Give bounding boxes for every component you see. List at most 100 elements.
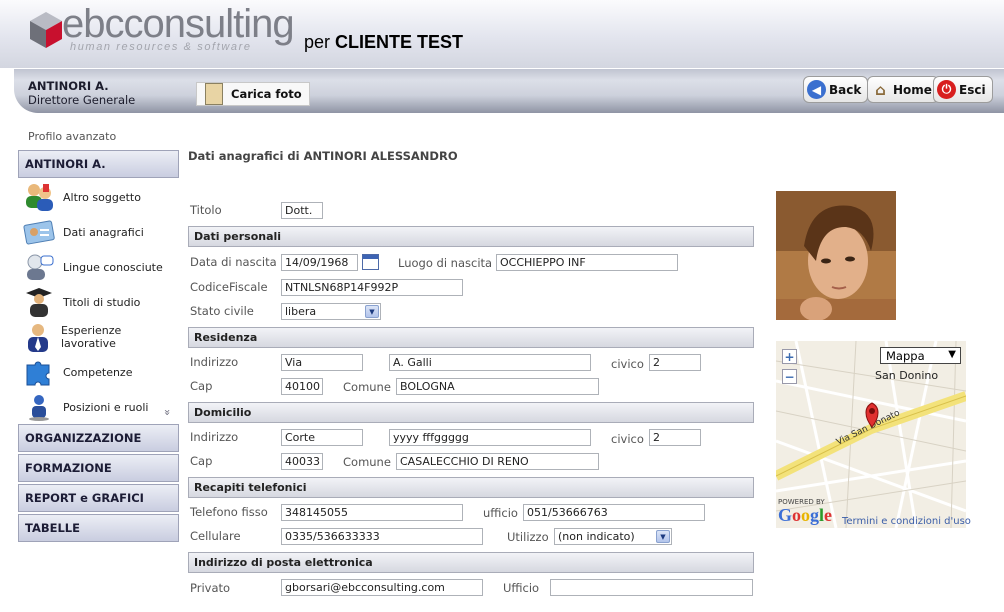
logo-cube-icon (30, 12, 62, 48)
back-button[interactable]: ◀ Back (803, 76, 869, 103)
section-recapiti: Recapiti telefonici (188, 477, 754, 498)
fiscal-code-field[interactable]: NTNLSN68P14F992P (281, 279, 463, 296)
graduate-icon (22, 287, 56, 317)
worker-icon (22, 322, 54, 352)
sidebar-item-label: Lingue conosciute (63, 260, 163, 274)
dom-comune-label: Comune (343, 455, 391, 469)
dom-street-field[interactable]: yyyy fffggggg (389, 429, 591, 446)
sidebar-caption: Profilo avanzato (28, 130, 117, 143)
res-street-field[interactable]: A. Galli (389, 354, 591, 371)
profile-photo (776, 191, 896, 320)
sidebar-item-label: Competenze (63, 365, 133, 379)
sidebar-group-tabelle[interactable]: TABELLE (18, 514, 179, 542)
mobile-label: Cellulare (190, 529, 241, 543)
dom-street-type-field[interactable]: Corte (281, 429, 363, 446)
birthdate-field[interactable]: 14/09/1968 (281, 254, 358, 271)
client-name: CLIENTE TEST (335, 32, 464, 52)
res-comune-field[interactable]: BOLOGNA (396, 378, 599, 395)
sidebar-item-label: Esperienze lavorative (61, 324, 122, 350)
page-title: Dati anagrafici di ANTINORI ALESSANDRO (188, 149, 458, 163)
sidebar-item-dati-anagrafici[interactable]: Dati anagrafici (22, 216, 172, 248)
section-email: Indirizzo di posta elettronica (188, 552, 754, 573)
map-type-select[interactable]: Mappa ▼ (880, 347, 961, 364)
office-email-field[interactable] (550, 579, 753, 596)
back-label: Back (829, 82, 862, 97)
sidebar-item-competenze[interactable]: Competenze (22, 356, 172, 388)
home-button[interactable]: ⌂ Home (867, 76, 939, 103)
sidebar-item-label: Posizioni e ruoli (63, 400, 149, 414)
sidebar-group-organizzazione[interactable]: ORGANIZZAZIONE (18, 424, 179, 452)
google-logo: Google (778, 505, 833, 525)
fiscal-code-label: CodiceFiscale (190, 280, 268, 294)
client-prefix: per (304, 32, 331, 52)
landline-field[interactable]: 348145055 (281, 504, 463, 521)
chevron-down-icon: ▼ (656, 530, 670, 543)
titolo-label: Titolo (190, 203, 222, 217)
office-phone-field[interactable]: 051/53666763 (523, 504, 705, 521)
sidebar-group-formazione[interactable]: FORMAZIONE (18, 454, 179, 482)
section-domicilio: Domicilio (188, 402, 754, 423)
map-place-label: San Donino (875, 369, 939, 382)
speech-icon (22, 252, 56, 282)
birthdate-label: Data di nascita (190, 255, 277, 269)
chevron-down-icon: ▼ (365, 305, 379, 318)
map-terms-link[interactable]: Termini e condizioni d'uso (842, 516, 971, 527)
sidebar-item-lingue[interactable]: Lingue conosciute (22, 251, 172, 283)
upload-photo-button[interactable]: Carica foto (196, 82, 310, 106)
home-icon: ⌂ (875, 80, 886, 99)
dom-cap-field[interactable]: 40033 (281, 453, 323, 470)
res-civic-field[interactable]: 2 (649, 354, 701, 371)
sidebar-current-person[interactable]: ANTINORI A. (18, 150, 179, 178)
map-zoom-in-button[interactable]: + (782, 349, 797, 364)
user-role: Direttore Generale (28, 93, 136, 107)
res-civic-label: civico (611, 357, 644, 371)
id-card-icon (22, 217, 56, 247)
sidebar-group-report[interactable]: REPORT e GRAFICI (18, 484, 179, 512)
birthplace-label: Luogo di nascita (398, 256, 493, 270)
res-address-label: Indirizzo (190, 355, 239, 369)
res-cap-field[interactable]: 40100 (281, 378, 323, 395)
calendar-icon[interactable] (362, 254, 379, 270)
titolo-field[interactable]: Dott. (281, 202, 323, 219)
exit-label: Esci (959, 82, 986, 97)
marital-status-select[interactable]: libera ▼ (281, 303, 381, 320)
users-icon (22, 182, 56, 212)
puzzle-icon (22, 357, 56, 387)
res-street-type-field[interactable]: Via (281, 354, 363, 371)
user-name: ANTINORI A. (28, 79, 109, 93)
person-icon (22, 392, 56, 422)
usage-value: (non indicato) (558, 530, 635, 543)
sidebar-item-esperienze[interactable]: Esperienze lavorative (22, 321, 172, 353)
sidebar-item-posizioni[interactable]: Posizioni e ruoli (22, 391, 172, 423)
dom-address-label: Indirizzo (190, 430, 239, 444)
logo-tagline: human resources & software (70, 41, 252, 53)
section-residenza: Residenza (188, 327, 754, 348)
sidebar-item-titoli[interactable]: Titoli di studio (22, 286, 172, 318)
section-dati-personali: Dati personali (188, 226, 754, 247)
home-label: Home (893, 82, 932, 97)
usage-label: Utilizzo (507, 530, 549, 544)
client-title: per CLIENTE TEST (304, 32, 463, 53)
photo-icon (205, 83, 223, 105)
birthplace-field[interactable]: OCCHIEPPO INF (496, 254, 678, 271)
sidebar-item-label: Altro soggetto (63, 190, 141, 204)
res-comune-label: Comune (343, 380, 391, 394)
exit-button[interactable]: ⏻ Esci (933, 76, 993, 103)
sidebar-item-label: Titoli di studio (63, 295, 141, 309)
dom-civic-label: civico (611, 432, 644, 446)
dom-comune-field[interactable]: CASALECCHIO DI RENO (396, 453, 599, 470)
usage-select[interactable]: (non indicato) ▼ (554, 528, 672, 545)
back-arrow-icon: ◀ (807, 80, 826, 99)
mobile-field[interactable]: 0335/536633333 (281, 528, 483, 545)
office-phone-label: ufficio (483, 506, 518, 520)
chevron-down-icon: ▼ (948, 349, 956, 360)
office-email-label: Ufficio (503, 581, 540, 595)
marital-status-value: libera (285, 305, 317, 318)
map-zoom-out-button[interactable]: − (782, 369, 797, 384)
landline-label: Telefono fisso (190, 505, 268, 519)
menu-scroll-down-icon[interactable]: » (161, 409, 174, 416)
sidebar-item-altro-soggetto[interactable]: Altro soggetto (22, 181, 172, 213)
upload-photo-label: Carica foto (231, 87, 302, 101)
dom-civic-field[interactable]: 2 (649, 429, 701, 446)
private-email-field[interactable]: gborsari@ebcconsulting.com (281, 579, 483, 596)
